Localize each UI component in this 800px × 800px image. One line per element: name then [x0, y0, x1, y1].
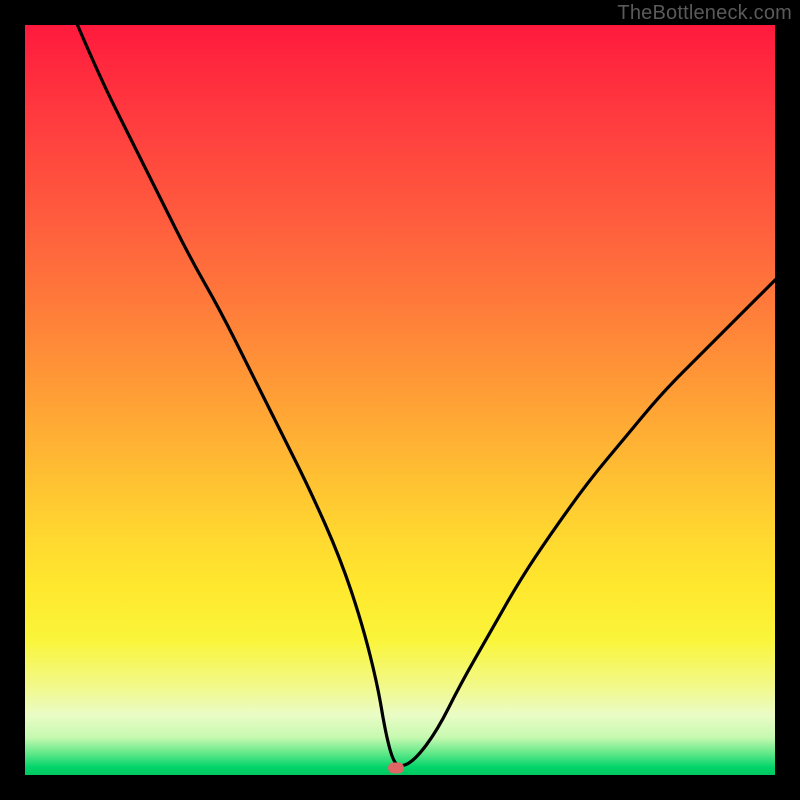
- heat-gradient-background: [25, 25, 775, 775]
- chart-frame: TheBottleneck.com: [0, 0, 800, 800]
- plot-area: [25, 25, 775, 775]
- watermark-text: TheBottleneck.com: [617, 2, 792, 25]
